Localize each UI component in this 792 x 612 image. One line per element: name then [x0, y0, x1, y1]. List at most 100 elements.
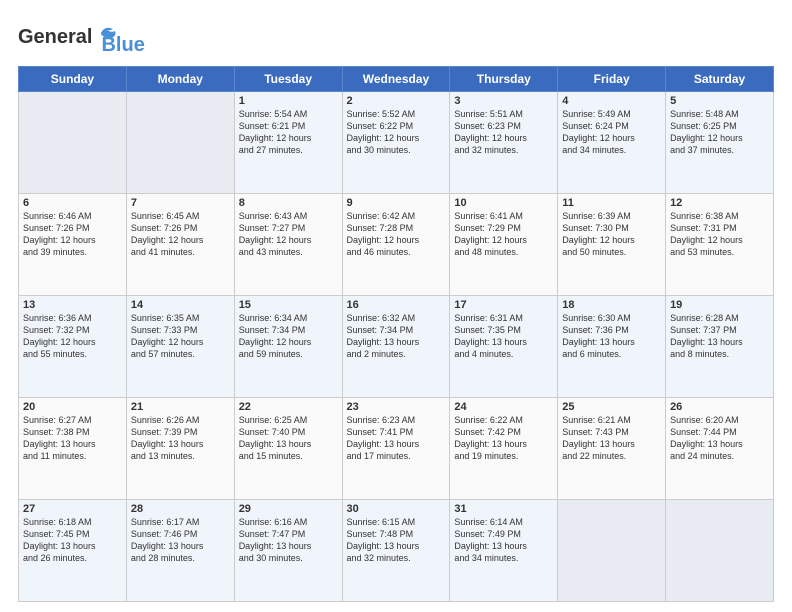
- day-info: Sunrise: 6:42 AM Sunset: 7:28 PM Dayligh…: [347, 210, 446, 259]
- calendar-day-cell: 15Sunrise: 6:34 AM Sunset: 7:34 PM Dayli…: [234, 296, 342, 398]
- day-number: 6: [23, 197, 122, 209]
- day-number: 16: [347, 299, 446, 311]
- calendar-day-cell: [19, 92, 127, 194]
- day-info: Sunrise: 6:38 AM Sunset: 7:31 PM Dayligh…: [670, 210, 769, 259]
- day-info: Sunrise: 5:54 AM Sunset: 6:21 PM Dayligh…: [239, 108, 338, 157]
- day-number: 21: [131, 401, 230, 413]
- day-number: 30: [347, 503, 446, 515]
- day-number: 19: [670, 299, 769, 311]
- day-number: 13: [23, 299, 122, 311]
- calendar-day-cell: 2Sunrise: 5:52 AM Sunset: 6:22 PM Daylig…: [342, 92, 450, 194]
- calendar-day-cell: [666, 500, 774, 602]
- day-info: Sunrise: 6:21 AM Sunset: 7:43 PM Dayligh…: [562, 414, 661, 463]
- calendar-day-cell: 10Sunrise: 6:41 AM Sunset: 7:29 PM Dayli…: [450, 194, 558, 296]
- calendar-day-cell: 9Sunrise: 6:42 AM Sunset: 7:28 PM Daylig…: [342, 194, 450, 296]
- day-info: Sunrise: 5:49 AM Sunset: 6:24 PM Dayligh…: [562, 108, 661, 157]
- day-number: 2: [347, 95, 446, 107]
- calendar-day-cell: 23Sunrise: 6:23 AM Sunset: 7:41 PM Dayli…: [342, 398, 450, 500]
- logo-blue: Blue: [101, 34, 144, 56]
- day-number: 1: [239, 95, 338, 107]
- calendar-week-row: 13Sunrise: 6:36 AM Sunset: 7:32 PM Dayli…: [19, 296, 774, 398]
- day-number: 29: [239, 503, 338, 515]
- weekday-header-saturday: Saturday: [666, 67, 774, 92]
- weekday-header-friday: Friday: [558, 67, 666, 92]
- calendar-day-cell: 13Sunrise: 6:36 AM Sunset: 7:32 PM Dayli…: [19, 296, 127, 398]
- day-number: 14: [131, 299, 230, 311]
- day-info: Sunrise: 6:39 AM Sunset: 7:30 PM Dayligh…: [562, 210, 661, 259]
- calendar-day-cell: 16Sunrise: 6:32 AM Sunset: 7:34 PM Dayli…: [342, 296, 450, 398]
- day-number: 5: [670, 95, 769, 107]
- day-number: 24: [454, 401, 553, 413]
- day-number: 22: [239, 401, 338, 413]
- calendar-day-cell: 3Sunrise: 5:51 AM Sunset: 6:23 PM Daylig…: [450, 92, 558, 194]
- day-info: Sunrise: 6:34 AM Sunset: 7:34 PM Dayligh…: [239, 312, 338, 361]
- calendar-day-cell: 8Sunrise: 6:43 AM Sunset: 7:27 PM Daylig…: [234, 194, 342, 296]
- day-info: Sunrise: 6:20 AM Sunset: 7:44 PM Dayligh…: [670, 414, 769, 463]
- day-info: Sunrise: 6:30 AM Sunset: 7:36 PM Dayligh…: [562, 312, 661, 361]
- day-info: Sunrise: 6:23 AM Sunset: 7:41 PM Dayligh…: [347, 414, 446, 463]
- day-info: Sunrise: 6:41 AM Sunset: 7:29 PM Dayligh…: [454, 210, 553, 259]
- day-info: Sunrise: 5:51 AM Sunset: 6:23 PM Dayligh…: [454, 108, 553, 157]
- day-info: Sunrise: 6:15 AM Sunset: 7:48 PM Dayligh…: [347, 516, 446, 565]
- day-info: Sunrise: 6:31 AM Sunset: 7:35 PM Dayligh…: [454, 312, 553, 361]
- weekday-header-sunday: Sunday: [19, 67, 127, 92]
- day-info: Sunrise: 6:36 AM Sunset: 7:32 PM Dayligh…: [23, 312, 122, 361]
- calendar-day-cell: 14Sunrise: 6:35 AM Sunset: 7:33 PM Dayli…: [126, 296, 234, 398]
- day-info: Sunrise: 6:18 AM Sunset: 7:45 PM Dayligh…: [23, 516, 122, 565]
- calendar-day-cell: 12Sunrise: 6:38 AM Sunset: 7:31 PM Dayli…: [666, 194, 774, 296]
- day-number: 9: [347, 197, 446, 209]
- day-number: 4: [562, 95, 661, 107]
- day-info: Sunrise: 5:52 AM Sunset: 6:22 PM Dayligh…: [347, 108, 446, 157]
- weekday-header-thursday: Thursday: [450, 67, 558, 92]
- calendar-day-cell: 19Sunrise: 6:28 AM Sunset: 7:37 PM Dayli…: [666, 296, 774, 398]
- day-info: Sunrise: 6:32 AM Sunset: 7:34 PM Dayligh…: [347, 312, 446, 361]
- calendar-table: SundayMondayTuesdayWednesdayThursdayFrid…: [18, 66, 774, 602]
- day-number: 28: [131, 503, 230, 515]
- calendar-day-cell: 6Sunrise: 6:46 AM Sunset: 7:26 PM Daylig…: [19, 194, 127, 296]
- page: General Blue SundayMondayTuesdayWednesda…: [0, 0, 792, 612]
- calendar-week-row: 1Sunrise: 5:54 AM Sunset: 6:21 PM Daylig…: [19, 92, 774, 194]
- day-number: 23: [347, 401, 446, 413]
- day-info: Sunrise: 6:45 AM Sunset: 7:26 PM Dayligh…: [131, 210, 230, 259]
- calendar-day-cell: 24Sunrise: 6:22 AM Sunset: 7:42 PM Dayli…: [450, 398, 558, 500]
- calendar-day-cell: 26Sunrise: 6:20 AM Sunset: 7:44 PM Dayli…: [666, 398, 774, 500]
- calendar-week-row: 27Sunrise: 6:18 AM Sunset: 7:45 PM Dayli…: [19, 500, 774, 602]
- calendar-day-cell: [126, 92, 234, 194]
- calendar-day-cell: 30Sunrise: 6:15 AM Sunset: 7:48 PM Dayli…: [342, 500, 450, 602]
- calendar-day-cell: 25Sunrise: 6:21 AM Sunset: 7:43 PM Dayli…: [558, 398, 666, 500]
- day-info: Sunrise: 6:25 AM Sunset: 7:40 PM Dayligh…: [239, 414, 338, 463]
- day-number: 3: [454, 95, 553, 107]
- day-number: 8: [239, 197, 338, 209]
- weekday-header-monday: Monday: [126, 67, 234, 92]
- weekday-header-wednesday: Wednesday: [342, 67, 450, 92]
- calendar-week-row: 20Sunrise: 6:27 AM Sunset: 7:38 PM Dayli…: [19, 398, 774, 500]
- day-number: 10: [454, 197, 553, 209]
- calendar-day-cell: 20Sunrise: 6:27 AM Sunset: 7:38 PM Dayli…: [19, 398, 127, 500]
- day-info: Sunrise: 6:35 AM Sunset: 7:33 PM Dayligh…: [131, 312, 230, 361]
- day-number: 26: [670, 401, 769, 413]
- day-info: Sunrise: 6:22 AM Sunset: 7:42 PM Dayligh…: [454, 414, 553, 463]
- weekday-header-tuesday: Tuesday: [234, 67, 342, 92]
- day-info: Sunrise: 5:48 AM Sunset: 6:25 PM Dayligh…: [670, 108, 769, 157]
- calendar-day-cell: 1Sunrise: 5:54 AM Sunset: 6:21 PM Daylig…: [234, 92, 342, 194]
- day-info: Sunrise: 6:43 AM Sunset: 7:27 PM Dayligh…: [239, 210, 338, 259]
- day-info: Sunrise: 6:28 AM Sunset: 7:37 PM Dayligh…: [670, 312, 769, 361]
- calendar-day-cell: 29Sunrise: 6:16 AM Sunset: 7:47 PM Dayli…: [234, 500, 342, 602]
- calendar-day-cell: 11Sunrise: 6:39 AM Sunset: 7:30 PM Dayli…: [558, 194, 666, 296]
- day-info: Sunrise: 6:46 AM Sunset: 7:26 PM Dayligh…: [23, 210, 122, 259]
- day-number: 12: [670, 197, 769, 209]
- calendar-day-cell: 22Sunrise: 6:25 AM Sunset: 7:40 PM Dayli…: [234, 398, 342, 500]
- day-info: Sunrise: 6:16 AM Sunset: 7:47 PM Dayligh…: [239, 516, 338, 565]
- weekday-header-row: SundayMondayTuesdayWednesdayThursdayFrid…: [19, 67, 774, 92]
- day-info: Sunrise: 6:26 AM Sunset: 7:39 PM Dayligh…: [131, 414, 230, 463]
- calendar-day-cell: 18Sunrise: 6:30 AM Sunset: 7:36 PM Dayli…: [558, 296, 666, 398]
- calendar-day-cell: [558, 500, 666, 602]
- day-number: 27: [23, 503, 122, 515]
- day-info: Sunrise: 6:27 AM Sunset: 7:38 PM Dayligh…: [23, 414, 122, 463]
- calendar-day-cell: 4Sunrise: 5:49 AM Sunset: 6:24 PM Daylig…: [558, 92, 666, 194]
- day-number: 11: [562, 197, 661, 209]
- day-info: Sunrise: 6:17 AM Sunset: 7:46 PM Dayligh…: [131, 516, 230, 565]
- calendar-day-cell: 7Sunrise: 6:45 AM Sunset: 7:26 PM Daylig…: [126, 194, 234, 296]
- day-number: 17: [454, 299, 553, 311]
- day-number: 25: [562, 401, 661, 413]
